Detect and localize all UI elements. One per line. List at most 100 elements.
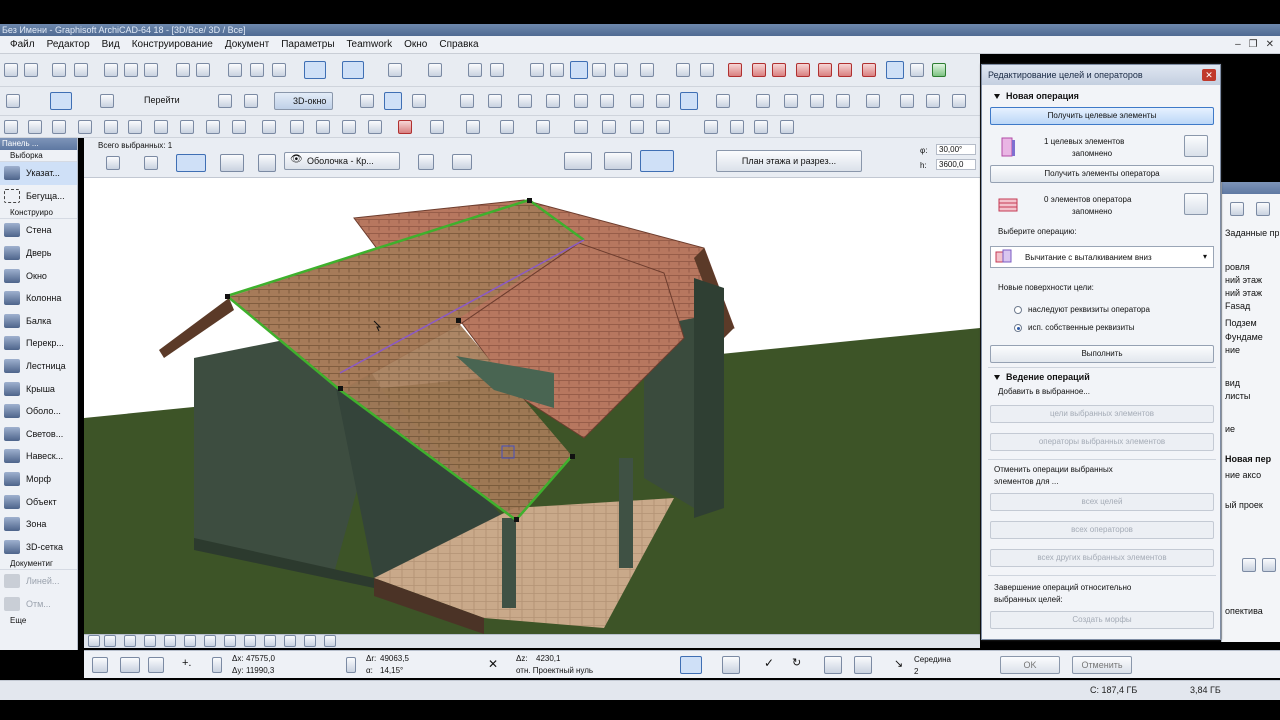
sun-icon[interactable] bbox=[600, 94, 614, 108]
select-operators-icon[interactable] bbox=[1184, 193, 1208, 215]
lock-polar-icon[interactable] bbox=[346, 657, 356, 673]
view-3d-mode-icon[interactable] bbox=[640, 150, 674, 172]
cutaway-icon[interactable] bbox=[656, 94, 670, 108]
tool-stair[interactable]: Лестница bbox=[0, 355, 77, 378]
ok-button[interactable]: OK bbox=[1000, 656, 1060, 674]
close-tracker-icon[interactable] bbox=[92, 657, 108, 673]
inherit-attributes-radio[interactable] bbox=[1014, 306, 1022, 314]
select-targets-of-selected-button[interactable]: цели выбранных элементов bbox=[990, 405, 1214, 423]
roof-tool-icon[interactable] bbox=[128, 120, 142, 134]
menu-help[interactable]: Справка bbox=[433, 39, 484, 50]
walls-icon[interactable] bbox=[784, 94, 798, 108]
shell-method-icon[interactable] bbox=[176, 154, 206, 172]
gravity-icon[interactable] bbox=[388, 63, 402, 77]
perspective-icon[interactable] bbox=[284, 635, 296, 647]
menu-file[interactable]: Файл bbox=[4, 39, 41, 50]
curtain-wall-tool-icon[interactable] bbox=[206, 120, 220, 134]
execute-button[interactable]: Выполнить bbox=[990, 345, 1214, 363]
navigator-item[interactable]: Заданные прое bbox=[1225, 228, 1279, 238]
home-view-icon[interactable] bbox=[546, 94, 560, 108]
save-icon[interactable] bbox=[52, 63, 66, 77]
menu-options[interactable]: Параметры bbox=[275, 39, 340, 50]
group-icon[interactable] bbox=[468, 63, 482, 77]
manage-operations-header[interactable]: Ведение операций bbox=[994, 372, 1090, 382]
tool-morph[interactable]: Морф bbox=[0, 468, 77, 491]
photo-icon[interactable] bbox=[926, 94, 940, 108]
more-section[interactable]: Еще bbox=[0, 615, 77, 627]
navigator-item[interactable]: Новая пер bbox=[1225, 454, 1279, 464]
select-operators-of-selected-button[interactable]: операторы выбранных элементов bbox=[990, 433, 1214, 451]
zoom-sel-icon[interactable] bbox=[184, 635, 196, 647]
pen-set-icon[interactable] bbox=[452, 154, 472, 170]
zoom-in-icon[interactable] bbox=[88, 635, 100, 647]
own-attributes-radio[interactable] bbox=[1014, 324, 1022, 332]
column-tool-icon[interactable] bbox=[28, 120, 42, 134]
eraser-icon[interactable] bbox=[676, 63, 690, 77]
tool-curtain-wall[interactable]: Навеск... bbox=[0, 445, 77, 468]
guide-lines-icon[interactable] bbox=[304, 61, 326, 79]
magic-wand-icon[interactable] bbox=[228, 63, 242, 77]
navigator-item[interactable]: Fasaд bbox=[1225, 301, 1279, 311]
tool-skylight[interactable]: Светов... bbox=[0, 423, 77, 446]
pencil-icon[interactable] bbox=[640, 63, 654, 77]
label-tool-icon[interactable] bbox=[536, 120, 550, 134]
dimension-tool-icon[interactable] bbox=[342, 120, 356, 134]
skylight-tool-icon[interactable] bbox=[180, 120, 194, 134]
elevation-icon[interactable] bbox=[810, 94, 824, 108]
tool-shell[interactable]: Оболо... bbox=[0, 400, 77, 423]
adjust-icon[interactable] bbox=[772, 63, 786, 77]
zoom-window-icon[interactable] bbox=[304, 635, 316, 647]
snap-division-field[interactable]: 2 bbox=[914, 667, 918, 676]
zone-tool-icon[interactable] bbox=[290, 120, 304, 134]
inject-icon[interactable] bbox=[272, 63, 286, 77]
solid-ops-icon[interactable] bbox=[886, 61, 904, 79]
fit-window-icon[interactable] bbox=[124, 635, 136, 647]
copy-icon[interactable] bbox=[124, 63, 138, 77]
mirror-icon[interactable] bbox=[728, 63, 742, 77]
curtain-icon[interactable] bbox=[910, 63, 924, 77]
text-tool-icon[interactable] bbox=[500, 120, 514, 134]
snap-guide-icon[interactable] bbox=[342, 61, 364, 79]
navigator-delete-icon[interactable] bbox=[1262, 558, 1276, 572]
arrow-tool-icon[interactable] bbox=[700, 63, 714, 77]
snap-grid-icon[interactable] bbox=[824, 656, 842, 674]
tool-mesh[interactable]: 3D-сетка bbox=[0, 536, 77, 559]
morph-tool-icon[interactable] bbox=[232, 120, 246, 134]
reference-dropdown[interactable]: отн. Проектный нуль bbox=[516, 666, 593, 675]
level-tool-icon[interactable] bbox=[368, 120, 382, 134]
lamp-tool-icon[interactable] bbox=[630, 120, 644, 134]
worksheet-tool-icon[interactable] bbox=[704, 120, 718, 134]
lock-icon[interactable] bbox=[530, 63, 544, 77]
layers-icon[interactable] bbox=[550, 63, 564, 77]
navigator-item[interactable]: Фундаме bbox=[1225, 332, 1279, 342]
tool-object[interactable]: Объект bbox=[0, 490, 77, 513]
ay-field[interactable]: 11990,3 bbox=[246, 666, 274, 675]
navigator-item[interactable]: ие bbox=[1225, 424, 1279, 434]
restore-icon[interactable]: ❐ bbox=[1249, 39, 1258, 50]
navigator-item[interactable]: ние bbox=[1225, 345, 1279, 355]
navigator-item[interactable]: листы bbox=[1225, 391, 1279, 401]
print-icon[interactable] bbox=[74, 63, 88, 77]
beam-tool-icon[interactable] bbox=[78, 120, 92, 134]
menu-teamwork[interactable]: Teamwork bbox=[341, 39, 399, 50]
new-operation-header[interactable]: Новая операция bbox=[994, 91, 1079, 101]
guide-line-icon[interactable] bbox=[722, 656, 740, 674]
a-field[interactable]: 14,15° bbox=[380, 666, 403, 675]
section-icon[interactable] bbox=[836, 94, 850, 108]
z-field[interactable]: 4230,1 bbox=[536, 654, 560, 663]
trace-icon[interactable] bbox=[570, 61, 588, 79]
open-file-icon[interactable] bbox=[24, 63, 38, 77]
slab-tool-icon[interactable] bbox=[52, 120, 66, 134]
lock-coord-icon[interactable] bbox=[212, 657, 222, 673]
orbit-icon[interactable] bbox=[384, 92, 402, 110]
figure-icon[interactable] bbox=[866, 94, 880, 108]
snap-settings-icon[interactable] bbox=[854, 656, 872, 674]
walk-icon[interactable] bbox=[244, 94, 258, 108]
navigator-item[interactable]: опектива bbox=[1225, 606, 1279, 616]
camera-tool-icon[interactable] bbox=[656, 120, 670, 134]
navigator-item[interactable]: ний этаж bbox=[1225, 288, 1279, 298]
change-tool-icon[interactable] bbox=[754, 120, 768, 134]
angle-field[interactable]: 30,00° bbox=[936, 144, 976, 155]
height-field[interactable]: 3600,0 bbox=[936, 159, 976, 170]
layer-icon[interactable] bbox=[418, 154, 434, 170]
